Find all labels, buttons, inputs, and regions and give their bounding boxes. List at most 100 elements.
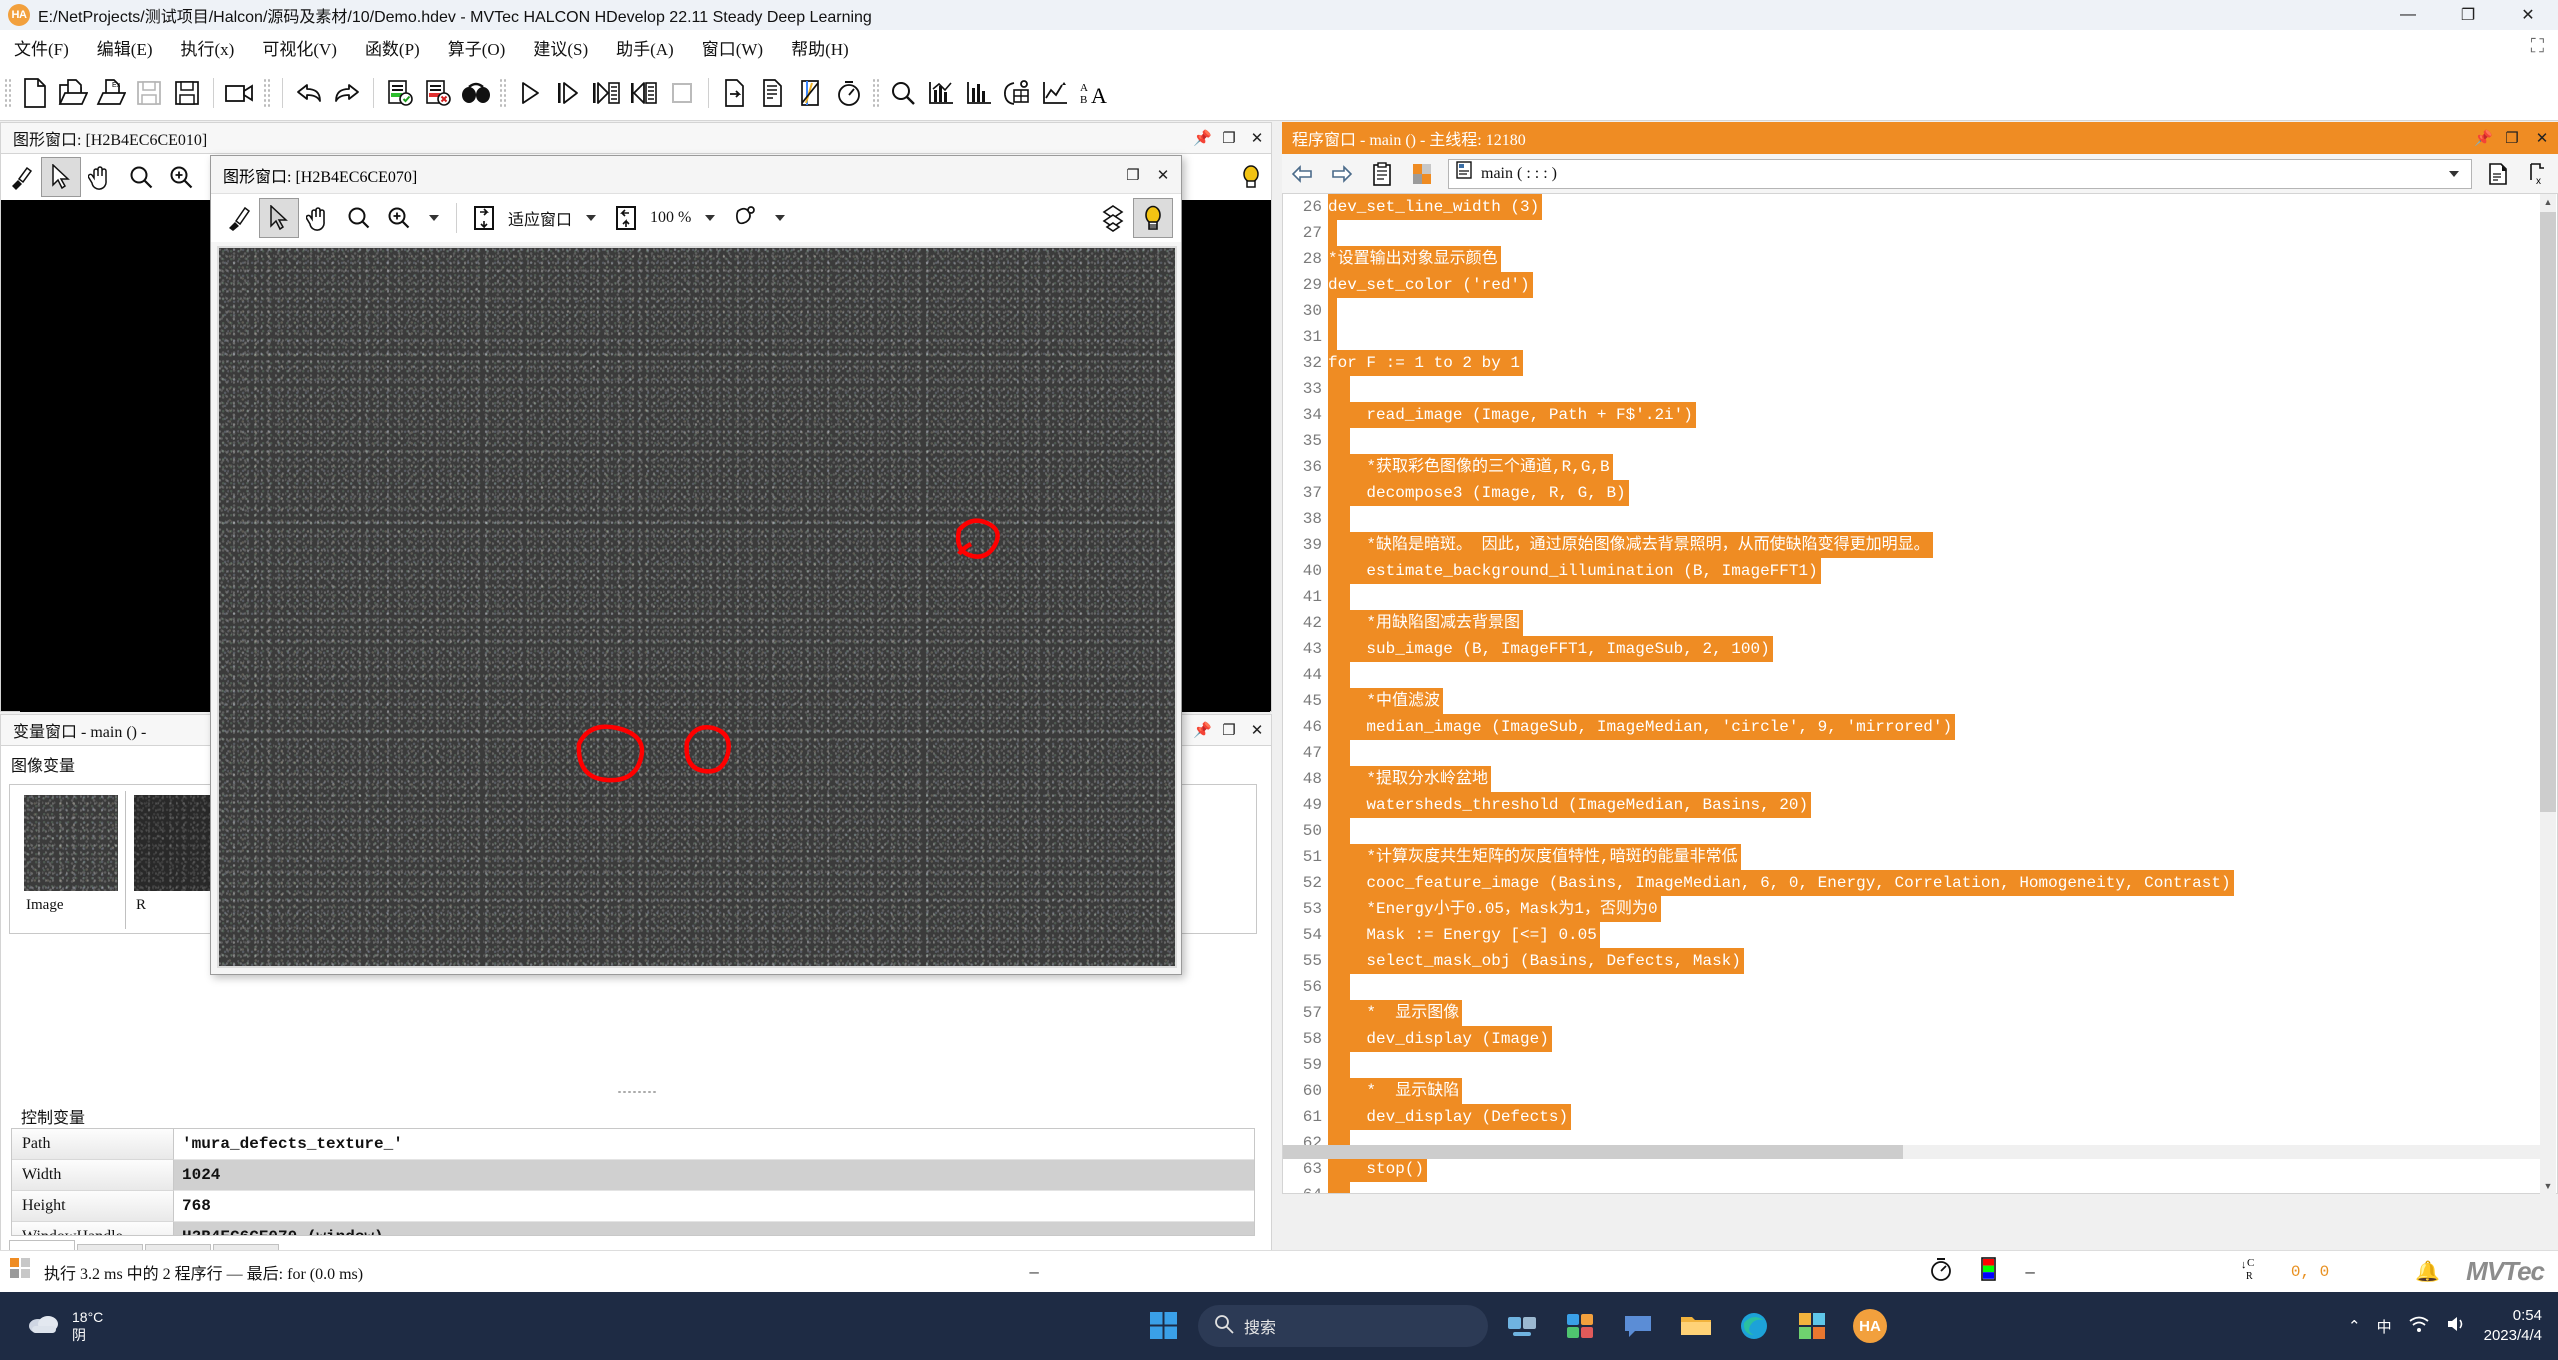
histogram-icon[interactable]	[960, 73, 998, 113]
chevron-down-icon[interactable]	[586, 215, 596, 221]
restore-icon[interactable]: ❐	[1125, 166, 1141, 184]
code-text[interactable]: median_image (ImageSub, ImageMedian, 'ci…	[1328, 714, 1955, 740]
code-text[interactable]: *Energy小于0.05，Mask为1，否则为0	[1328, 896, 1661, 922]
close-button[interactable]: ✕	[2498, 0, 2558, 30]
code-text[interactable]	[1328, 1182, 1350, 1194]
brush-icon[interactable]	[219, 198, 259, 238]
bell-icon[interactable]: 🔔	[2415, 1259, 2440, 1284]
scroll-up-arrow-icon[interactable]: ▲	[2540, 194, 2556, 210]
insert-procedure-icon[interactable]	[754, 73, 792, 113]
code-vertical-scrollbar[interactable]: ▲ ▼	[2540, 194, 2556, 1194]
code-line[interactable]: 56	[1283, 974, 2557, 1000]
region-icon[interactable]	[725, 198, 765, 238]
close-icon[interactable]: ✕	[1249, 129, 1265, 147]
clock[interactable]: 0:54 2023/4/4	[2484, 1306, 2542, 1346]
code-line[interactable]: 38	[1283, 506, 2557, 532]
defect-inspection-image[interactable]	[219, 248, 1175, 966]
undo-icon[interactable]	[290, 73, 328, 113]
code-line[interactable]: 34 read_image (Image, Path + F$'.2i')	[1283, 402, 2557, 428]
code-text[interactable]	[1328, 662, 1350, 688]
fit-window-icon[interactable]	[464, 198, 504, 238]
code-text[interactable]: cooc_feature_image (Basins, ImageMedian,…	[1328, 870, 2234, 896]
redo-icon[interactable]	[328, 73, 366, 113]
code-line[interactable]: 55 select_mask_obj (Basins, Defects, Mas…	[1283, 948, 2557, 974]
code-line[interactable]: 27	[1283, 220, 2557, 246]
code-text[interactable]	[1328, 324, 1337, 350]
close-icon[interactable]: ✕	[1249, 721, 1265, 739]
pin-icon[interactable]: 📌	[1193, 721, 1209, 739]
menu-assistants[interactable]: 助手(A)	[602, 30, 688, 65]
toolbar-grip-3[interactable]	[499, 78, 507, 108]
run-icon[interactable]	[511, 73, 549, 113]
toolbar-grip-4[interactable]	[872, 78, 880, 108]
menu-file[interactable]: 文件(F)	[0, 30, 83, 65]
chevron-down-icon[interactable]	[2449, 171, 2459, 177]
code-text[interactable]: read_image (Image, Path + F$'.2i')	[1328, 402, 1696, 428]
export-procedure-icon[interactable]	[2478, 154, 2518, 194]
code-line[interactable]: 47	[1283, 740, 2557, 766]
code-line[interactable]: 40 estimate_background_illumination (B, …	[1283, 558, 2557, 584]
code-line[interactable]: 35	[1283, 428, 2557, 454]
toolbar-grip-2[interactable]	[263, 78, 271, 108]
code-text[interactable]: for F := 1 to 2 by 1	[1328, 350, 1523, 376]
compile-icon[interactable]	[792, 73, 830, 113]
code-line[interactable]: 64	[1283, 1182, 2557, 1194]
widgets-icon[interactable]	[1556, 1302, 1604, 1350]
measure-assistant-icon[interactable]	[1036, 73, 1074, 113]
feature-inspect-icon[interactable]	[922, 73, 960, 113]
code-text[interactable]: Mask := Energy [<=] 0.05	[1328, 922, 1600, 948]
bulb-icon[interactable]	[1133, 198, 1173, 238]
code-line[interactable]: 50	[1283, 818, 2557, 844]
chevron-down-icon[interactable]	[429, 215, 439, 221]
code-line[interactable]: 45 *中值滤波	[1283, 688, 2557, 714]
zoom-level-label[interactable]: 100 %	[646, 209, 695, 227]
code-line[interactable]: 61 dev_display (Defects)	[1283, 1104, 2557, 1130]
windows-start-icon[interactable]	[1140, 1302, 1188, 1350]
image-variable-item[interactable]: Image	[16, 791, 126, 929]
halcon-app-icon[interactable]: HA	[1846, 1302, 1894, 1350]
restore-icon[interactable]: ❐	[1221, 721, 1237, 739]
code-text[interactable]	[1328, 298, 1337, 324]
table-row[interactable]: Path 'mura_defects_texture_'	[12, 1129, 1254, 1160]
arrow-icon[interactable]	[41, 157, 81, 197]
code-line[interactable]: 30	[1283, 298, 2557, 324]
scroll-down-arrow-icon[interactable]: ▼	[2540, 1178, 2556, 1194]
pan-icon[interactable]	[81, 157, 121, 197]
weather-widget[interactable]: 18°C 阴	[24, 1308, 103, 1345]
layers-icon[interactable]	[1093, 198, 1133, 238]
save-as-icon[interactable]	[168, 73, 206, 113]
code-line[interactable]: 49 watersheds_threshold (ImageMedian, Ba…	[1283, 792, 2557, 818]
ime-indicator[interactable]: 中	[2377, 1316, 2392, 1337]
zoom-level-icon[interactable]	[606, 198, 646, 238]
deactivate-line-icon[interactable]	[419, 73, 457, 113]
zoom-icon[interactable]	[884, 73, 922, 113]
code-line[interactable]: 41	[1283, 584, 2557, 610]
pan-icon[interactable]	[299, 198, 339, 238]
find-icon[interactable]	[457, 73, 495, 113]
menu-suggestions[interactable]: 建议(S)	[519, 30, 602, 65]
magnify-plus-icon[interactable]	[379, 198, 419, 238]
toolbar-grip[interactable]	[4, 78, 12, 108]
menu-help[interactable]: 帮助(H)	[777, 30, 863, 65]
code-line[interactable]: 58 dev_display (Image)	[1283, 1026, 2557, 1052]
menu-visualization[interactable]: 可视化(V)	[248, 30, 351, 65]
code-text[interactable]	[1328, 1052, 1350, 1078]
code-text[interactable]: *设置输出对象显示颜色	[1328, 246, 1501, 272]
zoom-icon[interactable]	[339, 198, 379, 238]
code-line[interactable]: 43 sub_image (B, ImageFFT1, ImageSub, 2,…	[1283, 636, 2557, 662]
edge-browser-icon[interactable]	[1730, 1302, 1778, 1350]
menu-procedures[interactable]: 函数(P)	[351, 30, 434, 65]
chevron-up-icon[interactable]: ⌃	[2348, 1317, 2361, 1335]
code-text[interactable]: * 显示缺陷	[1328, 1078, 1462, 1104]
scrollbar-thumb[interactable]	[2540, 212, 2556, 812]
floating-graphics-window[interactable]: 图形窗口: [H2B4EC6CE070] ❐ ✕ 适应窗口 100 %	[210, 155, 1182, 975]
step-into-icon[interactable]	[587, 73, 625, 113]
code-line[interactable]: 51 *计算灰度共生矩阵的灰度值特性,暗斑的能量非常低	[1283, 844, 2557, 870]
fullscreen-icon[interactable]: ⛶	[2531, 36, 2544, 58]
stop-icon[interactable]	[663, 73, 701, 113]
code-text[interactable]: * 显示图像	[1328, 1000, 1462, 1026]
code-text[interactable]	[1328, 506, 1350, 532]
minimize-button[interactable]: —	[2378, 0, 2438, 30]
code-line[interactable]: 44	[1283, 662, 2557, 688]
restore-icon[interactable]: ❐	[2504, 129, 2520, 147]
